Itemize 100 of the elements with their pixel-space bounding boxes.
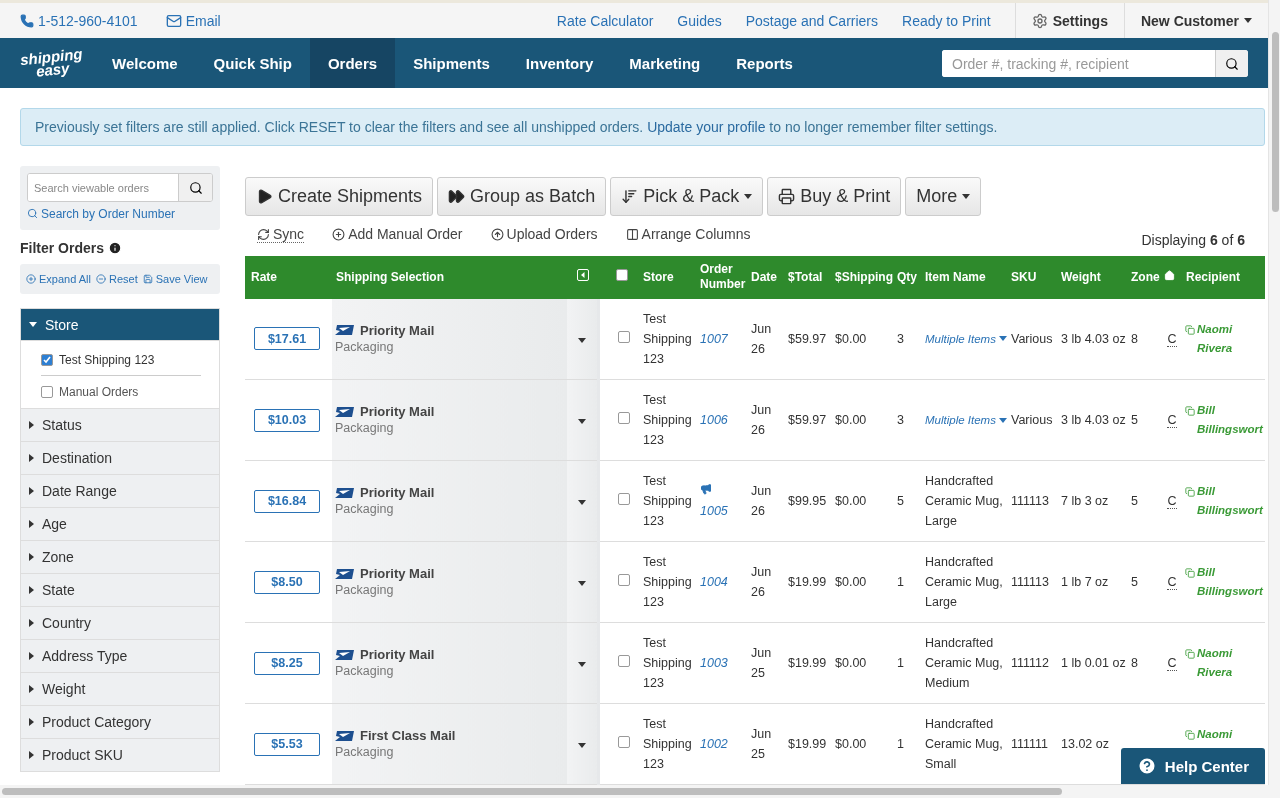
row-checkbox[interactable] — [617, 736, 630, 748]
filter-section[interactable]: State — [20, 574, 220, 607]
multiple-items-link[interactable]: Multiple Items — [925, 410, 1007, 430]
recipient-name[interactable]: Naomi — [1197, 725, 1263, 744]
order-number-link[interactable]: 1004 — [700, 575, 728, 589]
toolbar-button[interactable]: More — [905, 177, 982, 216]
row-checkbox[interactable] — [617, 655, 630, 667]
nav-tab[interactable]: Quick Ship — [195, 38, 310, 88]
order-number-link[interactable]: 1005 — [700, 504, 728, 518]
order-total: $59.97 — [788, 331, 827, 346]
caret-icon — [998, 417, 1007, 423]
nav-tab[interactable]: Shipments — [395, 38, 508, 88]
rate-button[interactable]: $8.25 — [254, 651, 320, 675]
multiple-items-link[interactable]: Multiple Items — [925, 328, 1007, 349]
shipping-paid: $0.00 — [835, 331, 867, 346]
filter-section[interactable]: Age — [20, 508, 220, 541]
order-number-link[interactable]: 1006 — [700, 413, 728, 427]
toolbar-button[interactable]: Group as Batch — [437, 177, 607, 216]
global-search-field[interactable]: Order #, tracking #, recipient — [942, 50, 1248, 77]
recipient-name[interactable]: Bill Billingswort — [1197, 401, 1263, 439]
search-button[interactable] — [1215, 50, 1248, 77]
order-total: $19.99 — [788, 575, 827, 589]
weight: 1 lb 7 oz — [1061, 575, 1109, 589]
filter-checkbox[interactable] — [41, 386, 53, 398]
nav-tab[interactable]: Marketing — [611, 38, 719, 88]
nav-tab[interactable]: Reports — [718, 38, 811, 88]
address-type: C — [1167, 494, 1177, 509]
filter-checkbox[interactable] — [41, 354, 53, 366]
quantity: 3 — [897, 413, 904, 427]
filter-section[interactable]: Product Category — [20, 706, 220, 739]
action-link[interactable]: Sync — [257, 226, 305, 243]
service-name: Priority Mail — [360, 565, 435, 582]
filter-section[interactable]: Status — [20, 409, 220, 442]
order-number-link[interactable]: 1003 — [700, 656, 728, 670]
order-number-link[interactable]: 1007 — [700, 331, 728, 346]
filter-section[interactable]: Destination — [20, 442, 220, 475]
toolbar-button[interactable]: Buy & Print — [767, 177, 902, 216]
shipping-paid: $0.00 — [835, 737, 867, 751]
rate-button[interactable]: $10.03 — [254, 408, 320, 432]
filter-section[interactable]: Zone — [20, 541, 220, 574]
recipient-name[interactable]: Naomi Rivera — [1197, 644, 1263, 682]
rate-button[interactable]: $17.61 — [254, 327, 320, 351]
filter-section[interactable]: Store — [20, 308, 220, 341]
filter-section[interactable]: Weight — [20, 673, 220, 706]
toolbar-button[interactable]: Create Shipments — [245, 177, 434, 216]
row-checkbox[interactable] — [617, 412, 630, 424]
action-link[interactable]: Add Manual Order — [332, 226, 463, 242]
nav-tab[interactable]: Welcome — [94, 38, 196, 88]
row-checkbox[interactable] — [617, 493, 630, 505]
order-number-link[interactable]: 1002 — [700, 737, 728, 751]
help-center-button[interactable]: Help Center — [1120, 748, 1265, 784]
package-type: Packaging — [335, 663, 395, 680]
filter-section[interactable]: Country — [20, 607, 220, 640]
order-total: $99.95 — [788, 494, 827, 508]
dropdown-caret-icon — [577, 581, 586, 586]
vertical-scrollbar[interactable] — [1268, 0, 1280, 785]
select-all-checkbox[interactable] — [616, 269, 628, 281]
order-total: $59.97 — [788, 413, 827, 427]
search-by-number-link[interactable]: Search by Order Number — [27, 206, 176, 221]
display-count: Displaying 6 of 6 — [1141, 231, 1245, 250]
filter-option-label: Manual Orders — [59, 385, 139, 399]
phone-link[interactable]: 1-512-960-4101 — [20, 12, 138, 29]
filter-action-link[interactable]: Save View — [142, 273, 208, 285]
copy-icon — [1185, 649, 1195, 659]
filter-section[interactable]: Date Range — [20, 475, 220, 508]
action-link[interactable]: Arrange Columns — [625, 226, 751, 242]
search-button[interactable] — [178, 174, 212, 201]
horizontal-scrollbar[interactable] — [0, 785, 1280, 798]
order-date: Jun 25 — [751, 727, 772, 761]
eagle-logo-icon — [335, 729, 355, 742]
email-link[interactable]: Email — [165, 12, 221, 29]
filter-section[interactable]: Product SKU — [20, 739, 220, 772]
row-checkbox[interactable] — [617, 574, 630, 586]
order-search-field[interactable]: Search viewable orders — [27, 173, 213, 202]
shipping-paid: $0.00 — [835, 494, 867, 508]
rate-button[interactable]: $16.84 — [254, 489, 320, 513]
filter-action-link[interactable]: Expand All — [26, 273, 91, 285]
top-link[interactable]: Rate Calculator — [556, 12, 654, 29]
row-checkbox[interactable] — [617, 330, 630, 343]
rate-button[interactable]: $8.50 — [254, 570, 320, 594]
toolbar-button[interactable]: Pick & Pack — [610, 177, 764, 216]
collapse-panel-icon[interactable] — [576, 269, 589, 281]
top-link[interactable]: Postage and Carriers — [745, 12, 878, 29]
update-profile-link[interactable]: Update your profile — [647, 119, 766, 135]
copy-icon — [1185, 487, 1195, 497]
recipient-name[interactable]: Naomi Rivera — [1197, 319, 1263, 358]
nav-tab[interactable]: Inventory — [507, 38, 612, 88]
caret-icon — [998, 336, 1007, 342]
filter-section[interactable]: Address Type — [20, 640, 220, 673]
logo[interactable]: shipping easy — [17, 34, 87, 92]
filter-action-link[interactable]: Reset — [96, 273, 138, 285]
action-link[interactable]: Upload Orders — [490, 226, 598, 242]
top-link[interactable]: Guides — [677, 12, 722, 29]
recipient-name[interactable]: Bill Billingswort — [1197, 563, 1263, 601]
info-icon — [108, 241, 123, 255]
rate-button[interactable]: $5.53 — [254, 732, 320, 756]
top-link[interactable]: Ready to Print — [902, 12, 991, 29]
nav-tab[interactable]: Orders — [309, 38, 396, 88]
upload-icon — [490, 227, 504, 241]
recipient-name[interactable]: Bill Billingswort — [1197, 482, 1263, 520]
